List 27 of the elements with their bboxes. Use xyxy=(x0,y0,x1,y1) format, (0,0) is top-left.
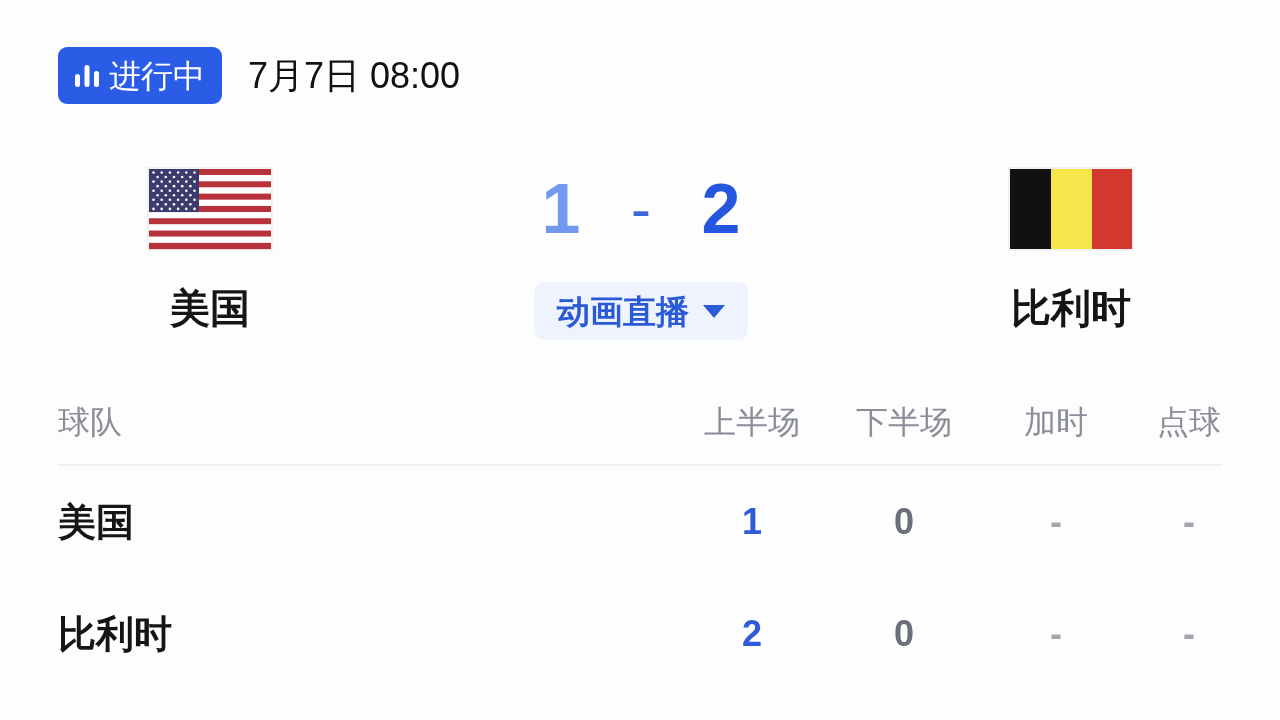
team-score: 2 xyxy=(700,174,742,244)
team-name: 美国 xyxy=(58,500,134,544)
team-score: 1 xyxy=(540,174,582,244)
team-name: 美国 xyxy=(170,286,250,330)
table-cell: 2 xyxy=(742,612,762,656)
table-cell: - xyxy=(1183,500,1195,544)
table-cell: - xyxy=(1050,612,1062,656)
column-header: 上半场 xyxy=(704,403,800,442)
column-header: 加时 xyxy=(1024,403,1088,442)
team-name: 比利时 xyxy=(1011,286,1131,330)
animation-live-dropdown[interactable]: 动画直播 xyxy=(534,282,748,340)
table-cell: 0 xyxy=(894,612,914,656)
column-header: 点球 xyxy=(1157,403,1221,442)
status-label: 进行中 xyxy=(109,59,205,92)
table-cell: 1 xyxy=(742,500,762,544)
team-name: 比利时 xyxy=(58,612,172,656)
table-cell: 0 xyxy=(894,500,914,544)
column-header: 球队 xyxy=(58,403,122,442)
table-cell: - xyxy=(1050,500,1062,544)
match-datetime: 7月7日 08:00 xyxy=(248,57,461,94)
bar-chart-icon xyxy=(75,64,99,87)
caret-down-icon xyxy=(703,304,725,318)
table-cell: - xyxy=(1183,612,1195,656)
score-separator: - xyxy=(630,179,652,239)
column-header: 下半场 xyxy=(856,403,952,442)
us-flag-icon xyxy=(147,167,273,251)
belgium-flag-icon xyxy=(1008,167,1134,251)
